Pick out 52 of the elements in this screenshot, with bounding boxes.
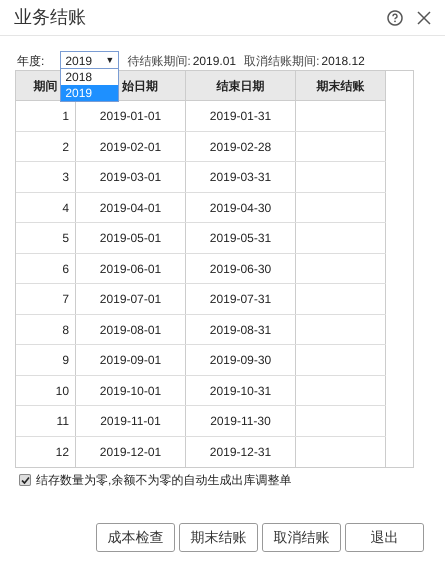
action-button[interactable]: 退出 [345, 523, 424, 552]
table-cell: 7 [16, 284, 76, 314]
help-icon[interactable] [387, 10, 403, 26]
pending-period-label: 待结账期间: [127, 52, 191, 70]
table-cell: 2019-06-01 [76, 254, 186, 283]
year-label: 年度: [17, 52, 44, 70]
checkbox[interactable] [19, 474, 31, 486]
action-button[interactable]: 成本检查 [96, 523, 175, 552]
cancel-period-value: 2018.12 [321, 52, 365, 70]
table-cell: 2019-08-01 [76, 314, 186, 344]
table-cell: 2019-07-31 [186, 284, 296, 314]
table-cell: 12 [16, 436, 76, 467]
table-cell: 2019-09-01 [76, 345, 186, 374]
table-cell: 3 [16, 162, 76, 192]
table-cell: 9 [16, 345, 76, 374]
table-cell: 2019-01-31 [186, 101, 296, 130]
table-cell: 5 [16, 223, 76, 252]
action-button[interactable]: 取消结账 [262, 523, 341, 552]
table-cell: 2019-07-01 [76, 284, 186, 314]
table-cell: 2019-10-01 [76, 376, 186, 405]
column-header: 期末结账 [296, 71, 386, 100]
table-cell: 2019-02-28 [186, 132, 296, 161]
table-cell: 10 [16, 376, 76, 405]
close-icon[interactable] [417, 10, 431, 24]
cancel-period-label: 取消结账期间: [244, 52, 320, 70]
table-cell: 6 [16, 254, 76, 283]
table-cell: 2019-11-01 [76, 406, 186, 436]
table-cell: 2019-05-01 [76, 223, 186, 252]
table-cell: 1 [16, 101, 76, 130]
table-cell: 2019-01-01 [76, 101, 186, 130]
column-header: 结束日期 [186, 71, 296, 100]
table-cell: 2019-04-01 [76, 192, 186, 222]
table-cell: 2019-12-31 [186, 436, 296, 467]
table-cell: 11 [16, 406, 76, 436]
table-cell: 2019-10-31 [186, 376, 296, 405]
table-cell: 2019-05-31 [186, 223, 296, 252]
table-cell: 2019-12-01 [76, 436, 186, 467]
table-cell: 2019-09-30 [186, 345, 296, 374]
table-cell: 2019-03-31 [186, 162, 296, 192]
table-cell: 2019-03-01 [76, 162, 186, 192]
table-cell: 2019-08-31 [186, 314, 296, 344]
pending-period-value: 2019.01 [192, 52, 236, 70]
window-title: 业务结账 [14, 6, 86, 29]
action-button[interactable]: 期末结账 [179, 523, 258, 552]
table-cell: 2019-04-30 [186, 192, 296, 222]
checkbox-label: 结存数量为零,余额不为零的自动生成出库调整单 [36, 472, 292, 489]
table-cell: 8 [16, 314, 76, 344]
table-cell: 2019-11-30 [186, 406, 296, 436]
table-cell: 2019-02-01 [76, 132, 186, 161]
table-cell: 2019-06-30 [186, 254, 296, 283]
table-cell: 4 [16, 192, 76, 222]
table-cell: 2 [16, 132, 76, 161]
